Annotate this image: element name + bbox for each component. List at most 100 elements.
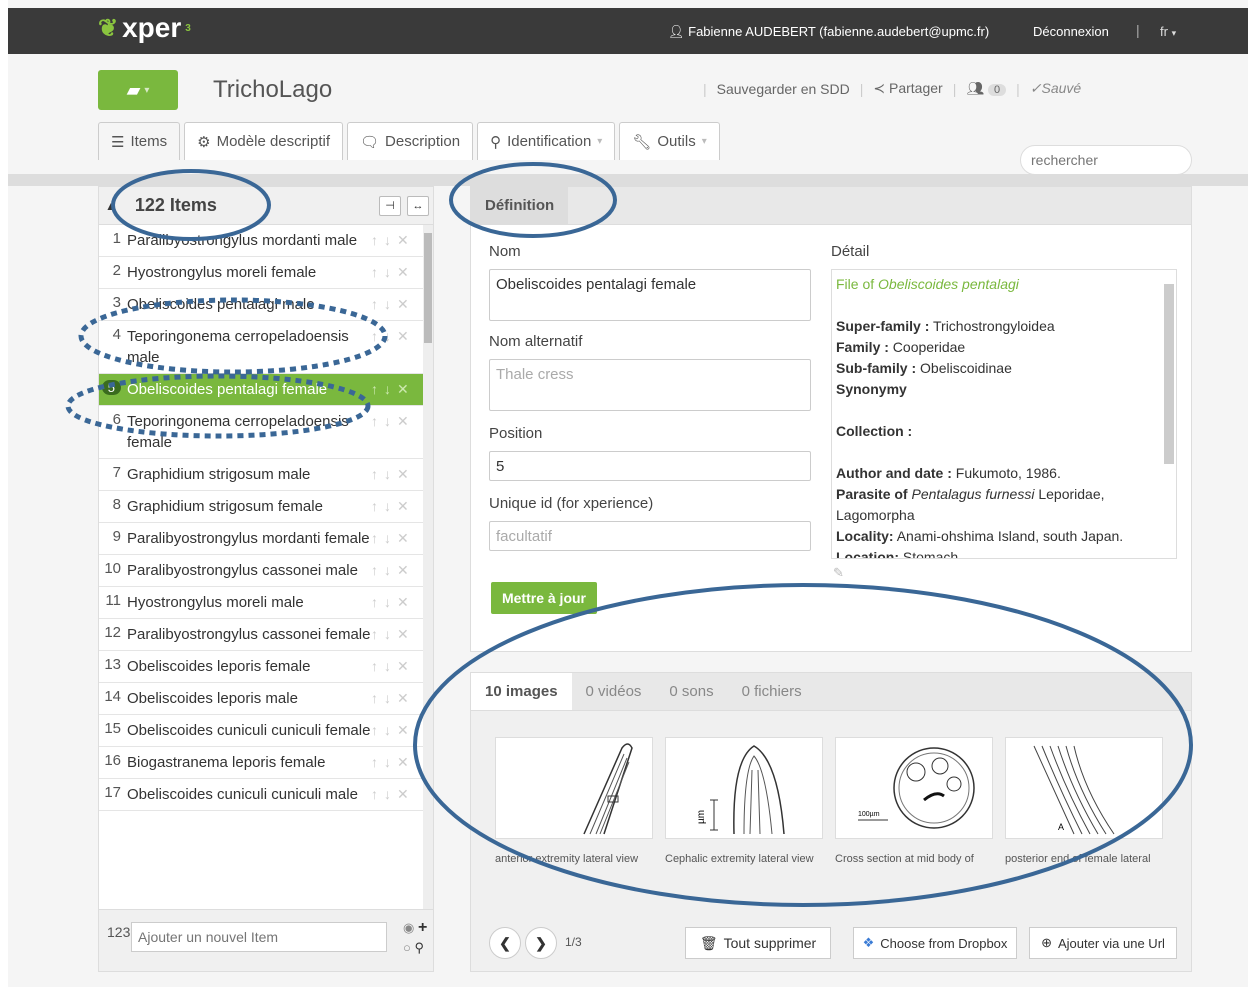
item-row[interactable]: 14 Obeliscoides leporis male ↑ ↓ ✕ [99,683,433,715]
name-field[interactable]: Obeliscoides pentalagi female [489,269,811,321]
move-down-icon[interactable]: ↓ [384,626,391,643]
item-row[interactable]: 4 Teporingonema cerropeladoensis male ↑ ↓ ✕ [99,321,433,374]
delete-icon[interactable]: ✕ [397,690,409,707]
delete-icon[interactable]: ✕ [397,296,409,313]
item-row[interactable]: 15 Obeliscoides cuniculi cuniculi female ↑… [99,715,433,747]
collapse-icon[interactable]: ▲ [105,199,117,213]
item-row[interactable]: 11 Hyostrongylus moreli male ↑ ↓ ✕ [99,587,433,619]
add-item-input[interactable] [131,922,387,952]
move-up-icon[interactable]: ↑ [371,786,378,803]
tab-images[interactable]: 10 images [471,673,572,710]
move-down-icon[interactable]: ↓ [384,466,391,483]
prev-page-button[interactable]: ❮ [489,927,521,959]
tree-view-button[interactable]: ⊣ [379,195,401,216]
tab-description[interactable]: 🗨︎ Description [346,122,474,160]
search-input[interactable] [1020,145,1192,175]
item-row[interactable]: 2 Hyostrongylus moreli female ↑ ↓ ✕ [99,257,433,289]
delete-icon[interactable]: ✕ [397,264,409,281]
delete-icon[interactable]: ✕ [397,594,409,611]
user-info[interactable]: 👤︎ Fabienne AUDEBERT (fabienne.audebert@… [668,24,989,40]
delete-icon[interactable]: ✕ [397,413,409,430]
move-up-icon[interactable]: ↑ [371,498,378,515]
delete-icon[interactable]: ✕ [397,722,409,739]
move-up-icon[interactable]: ↑ [371,232,378,249]
collaborators-button[interactable]: 👥︎ 0 [966,80,1007,97]
delete-icon[interactable]: ✕ [397,562,409,579]
tab-definition[interactable]: Définition [471,187,569,225]
delete-icon[interactable]: ✕ [397,786,409,803]
move-up-icon[interactable]: ↑ [371,626,378,643]
alt-name-field[interactable]: Thale cress [489,359,811,411]
delete-icon[interactable]: ✕ [397,232,409,249]
item-row[interactable]: 9 Paralibyostrongylus mordanti female ↑ ↓ ✕ [99,523,433,555]
tab-files[interactable]: 0 fichiers [728,673,816,710]
tab-descriptive-model[interactable]: ⚙ Modèle descriptif [184,122,343,160]
move-up-icon[interactable]: ↑ [371,264,378,281]
move-down-icon[interactable]: ↓ [384,413,391,430]
delete-icon[interactable]: ✕ [397,381,409,398]
move-down-icon[interactable]: ↓ [384,562,391,579]
save-sdd-button[interactable]: Sauvegarder en SDD [717,81,850,97]
move-up-icon[interactable]: ↑ [371,722,378,739]
add-radio[interactable]: ◉ + [403,918,427,938]
next-page-button[interactable]: ❯ [525,927,557,959]
move-up-icon[interactable]: ↑ [371,466,378,483]
item-row[interactable]: 13 Obeliscoides leporis female ↑ ↓ ✕ [99,651,433,683]
delete-icon[interactable]: ✕ [397,498,409,515]
update-button[interactable]: Mettre à jour [491,582,597,614]
move-up-icon[interactable]: ↑ [371,381,378,398]
move-down-icon[interactable]: ↓ [384,530,391,547]
add-url-button[interactable]: ⊕ Ajouter via une Url [1029,927,1177,959]
tab-identification[interactable]: ⚲ Identification ▾ [477,122,616,160]
tab-videos[interactable]: 0 vidéos [572,673,656,710]
move-up-icon[interactable]: ↑ [371,328,378,345]
move-down-icon[interactable]: ↓ [384,381,391,398]
move-up-icon[interactable]: ↑ [371,754,378,771]
delete-icon[interactable]: ✕ [397,626,409,643]
item-row[interactable]: 1 Paralibyostrongylus mordanti male ↑ ↓ ✕ [99,225,433,257]
delete-icon[interactable]: ✕ [397,530,409,547]
delete-icon[interactable]: ✕ [397,328,409,345]
image-thumbnail[interactable]: 100µm [835,737,993,839]
expand-width-button[interactable]: ↔ [407,195,429,216]
dropbox-button[interactable]: ❖ Choose from Dropbox [853,927,1017,959]
move-down-icon[interactable]: ↓ [384,232,391,249]
delete-icon[interactable]: ✕ [397,754,409,771]
move-down-icon[interactable]: ↓ [384,658,391,675]
item-row[interactable]: 8 Graphidium strigosum female ↑ ↓ ✕ [99,491,433,523]
tab-sounds[interactable]: 0 sons [655,673,727,710]
image-thumbnail[interactable]: µm [665,737,823,839]
detail-editor[interactable]: File of Obeliscoides pentalagi Super-fam… [831,269,1177,559]
item-row[interactable]: 10 Paralibyostrongylus cassonei male ↑ ↓ ✕ [99,555,433,587]
item-row[interactable]: 3 Obeliscoides pentalagi male ↑ ↓ ✕ [99,289,433,321]
item-row[interactable]: 6 Teporingonema cerropeladoensis female ↑ ↓… [99,406,433,459]
move-up-icon[interactable]: ↑ [371,690,378,707]
image-thumbnail[interactable]: A [1005,737,1163,839]
move-down-icon[interactable]: ↓ [384,594,391,611]
move-down-icon[interactable]: ↓ [384,722,391,739]
language-selector[interactable]: fr ▾ [1160,24,1176,39]
item-row[interactable]: 17 Obeliscoides cuniculi cuniculi male ↑ ↓ ✕ [99,779,433,811]
delete-all-button[interactable]: 🗑︎ Tout supprimer [685,927,831,959]
folder-menu-button[interactable]: ▰ ▾ [98,70,178,110]
move-down-icon[interactable]: ↓ [384,690,391,707]
item-row[interactable]: 16 Biogastranema leporis female ↑ ↓ ✕ [99,747,433,779]
share-button[interactable]: ≺ Partager [873,80,942,97]
items-scrollbar[interactable] [423,225,433,909]
move-down-icon[interactable]: ↓ [384,754,391,771]
move-up-icon[interactable]: ↑ [371,562,378,579]
item-row[interactable]: 12 Paralibyostrongylus cassonei female ↑ ↓ ✕ [99,619,433,651]
move-down-icon[interactable]: ↓ [384,498,391,515]
tab-items[interactable]: ☰ Items [98,122,181,160]
logout-link[interactable]: Déconnexion [1033,24,1109,39]
delete-icon[interactable]: ✕ [397,658,409,675]
edit-icon[interactable]: ✎ [833,565,844,581]
move-up-icon[interactable]: ↑ [371,594,378,611]
detail-scrollbar[interactable] [1164,284,1174,464]
move-down-icon[interactable]: ↓ [384,264,391,281]
delete-icon[interactable]: ✕ [397,466,409,483]
image-thumbnail[interactable] [495,737,653,839]
move-down-icon[interactable]: ↓ [384,296,391,313]
xper-logo[interactable]: ❦ xper 3 [98,12,191,44]
position-field[interactable]: 5 [489,451,811,481]
